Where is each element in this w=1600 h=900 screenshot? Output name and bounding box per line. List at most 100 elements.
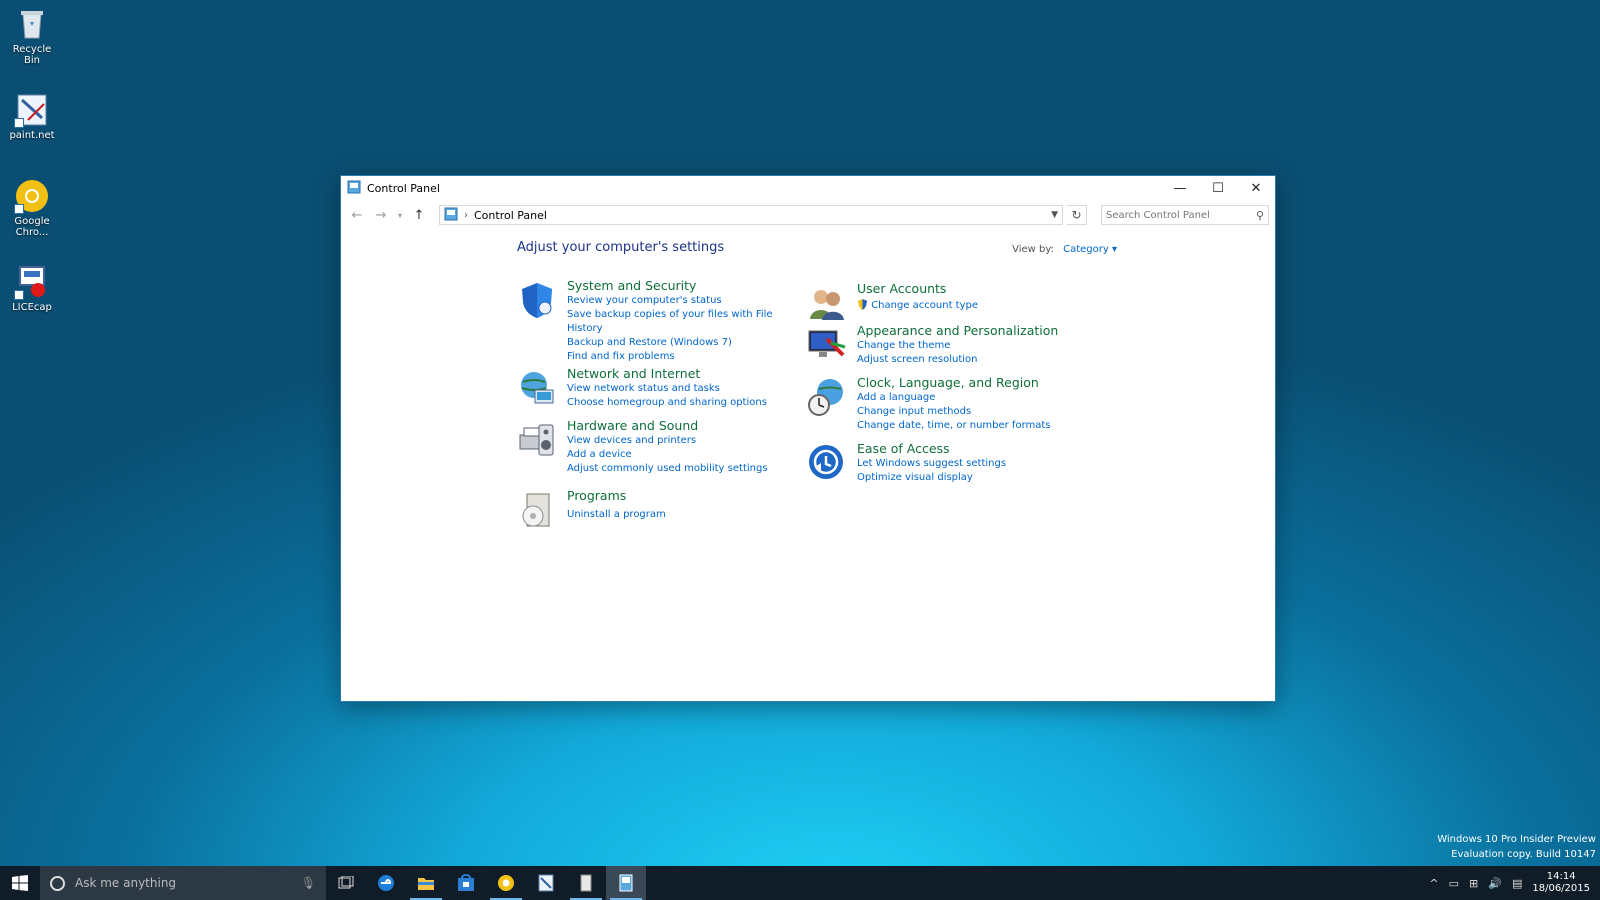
category-link[interactable]: Adjust commonly used mobility settings (567, 462, 807, 476)
start-button[interactable] (0, 866, 40, 900)
category-link[interactable]: Save backup copies of your files with Fi… (567, 308, 807, 336)
view-by-dropdown[interactable]: Category ▾ (1063, 244, 1117, 255)
category-programs: Programs Uninstall a program (517, 488, 807, 528)
ease-of-access-icon[interactable] (807, 443, 847, 483)
users-icon[interactable] (807, 283, 847, 323)
licecap-icon[interactable] (566, 866, 606, 900)
category-link[interactable]: Adjust screen resolution (857, 353, 1097, 367)
category-title[interactable]: Clock, Language, and Region (857, 375, 1097, 391)
store-icon[interactable] (446, 866, 486, 900)
category-ease-of-access: Ease of Access Let Windows suggest setti… (807, 441, 1097, 485)
search-input[interactable] (1106, 209, 1256, 221)
view-by: View by: Category ▾ (1012, 244, 1117, 255)
paintnet-icon[interactable] (526, 866, 566, 900)
cortana-circle-icon (50, 875, 65, 891)
clock-date: 18/06/2015 (1532, 883, 1590, 894)
back-arrow-icon[interactable]: ← (347, 205, 367, 225)
refresh-icon[interactable]: ↻ (1067, 205, 1087, 225)
category-link[interactable]: Change date, time, or number formats (857, 419, 1097, 433)
breadcrumb-control-panel[interactable]: Control Panel (474, 209, 547, 222)
system-tray: ^ ▭ ⊞ 🔊 ▤ 14:14 18/06/2015 (1429, 871, 1600, 895)
chevron-up-icon[interactable]: ^ (1429, 877, 1438, 890)
volume-icon[interactable]: 🔊 (1488, 877, 1502, 890)
address-dropdown-chevron-icon[interactable]: ▼ (1051, 210, 1058, 220)
desktop-icon-chrome[interactable]: Google Chro... (4, 178, 60, 238)
edge-icon[interactable] (366, 866, 406, 900)
category-title[interactable]: Programs (567, 488, 807, 504)
cortana-search-box[interactable]: Ask me anything 🎙 (40, 866, 326, 900)
file-explorer-icon[interactable] (406, 866, 446, 900)
recycle-bin-icon (14, 6, 50, 42)
desktop-icon-licecap[interactable]: LICEcap (4, 264, 60, 313)
category-link[interactable]: Change the theme (857, 339, 1097, 353)
category-link[interactable]: View devices and printers (567, 434, 807, 448)
control-panel-icon (444, 207, 458, 224)
desktop-icon-label: Google Chro... (14, 216, 50, 238)
category-link[interactable]: Change input methods (857, 405, 1097, 419)
chrome-icon[interactable] (486, 866, 526, 900)
desktop-icon-recycle-bin[interactable]: Recycle Bin (4, 6, 60, 66)
category-link[interactable]: View network status and tasks (567, 382, 807, 396)
category-link[interactable]: Let Windows suggest settings (857, 457, 1097, 471)
category-link[interactable]: Choose homegroup and sharing options (567, 396, 807, 410)
category-link[interactable]: Optimize visual display (857, 471, 1097, 485)
breadcrumb-separator-icon[interactable]: › (464, 210, 468, 221)
category-link[interactable]: Uninstall a program (567, 508, 807, 522)
chrome-icon (14, 178, 50, 214)
forward-arrow-icon[interactable]: → (371, 205, 391, 225)
control-panel-icon[interactable] (606, 866, 646, 900)
microphone-icon[interactable]: 🎙 (301, 876, 316, 890)
wifi-icon[interactable]: ⊞ (1469, 877, 1478, 890)
category-link[interactable]: Add a language (857, 391, 1097, 405)
action-center-icon[interactable]: ▤ (1512, 877, 1522, 890)
category-user-accounts: User Accounts Change account type (807, 281, 1097, 320)
programs-disc-icon[interactable] (517, 490, 557, 530)
clock-globe-icon[interactable] (807, 377, 847, 417)
search-box[interactable]: ⚲ (1101, 205, 1269, 225)
paintnet-icon (14, 92, 50, 128)
category-clock-language-and-region: Clock, Language, and Region Add a langua… (807, 375, 1097, 433)
categories-right-column: User Accounts Change account type Appear… (807, 278, 1097, 493)
category-link-text[interactable]: Change account type (871, 300, 978, 311)
category-title[interactable]: Network and Internet (567, 366, 807, 382)
clock[interactable]: 14:14 18/06/2015 (1532, 871, 1590, 895)
shortcut-arrow-icon (14, 290, 24, 300)
search-icon[interactable]: ⚲ (1256, 209, 1264, 222)
monitor-palette-icon[interactable] (807, 325, 847, 365)
minimize-button[interactable]: — (1161, 176, 1199, 200)
licecap-icon (14, 264, 50, 300)
shortcut-arrow-icon (14, 118, 24, 128)
watermark-line2: Evaluation copy. Build 10147 (1451, 849, 1596, 860)
desktop-icon-label: paint.net (9, 130, 55, 141)
desktop-icon-label: LICEcap (12, 302, 52, 313)
maximize-button[interactable]: ☐ (1199, 176, 1237, 200)
category-link[interactable]: Review your computer's status (567, 294, 807, 308)
task-view-icon[interactable] (326, 866, 366, 900)
network-icon[interactable]: ▭ (1449, 877, 1459, 890)
category-title[interactable]: Ease of Access (857, 441, 1097, 457)
category-title[interactable]: Hardware and Sound (567, 418, 807, 434)
category-link[interactable]: Find and fix problems (567, 350, 807, 364)
category-title[interactable]: System and Security (567, 278, 807, 294)
title-bar[interactable]: Control Panel — ☐ ✕ (341, 176, 1275, 200)
category-link[interactable]: Add a device (567, 448, 807, 462)
category-link[interactable]: Change account type (857, 299, 1097, 313)
printer-speaker-icon[interactable] (517, 420, 557, 460)
cortana-search-text[interactable]: Ask me anything (75, 876, 176, 890)
address-bar[interactable]: › Control Panel ▼ (439, 205, 1063, 225)
recent-locations-chevron-icon[interactable]: ▾ (395, 205, 405, 225)
control-panel-icon (347, 180, 361, 197)
windows-watermark: Windows 10 Pro Insider Preview Evaluatio… (1437, 832, 1596, 862)
category-title[interactable]: Appearance and Personalization (857, 323, 1097, 339)
category-network-and-internet: Network and Internet View network status… (517, 366, 807, 410)
desktop-icon-paintnet[interactable]: paint.net (4, 92, 60, 141)
shield-icon[interactable] (517, 280, 557, 320)
category-link[interactable]: Backup and Restore (Windows 7) (567, 336, 807, 350)
view-by-value[interactable]: Category (1063, 244, 1109, 255)
close-button[interactable]: ✕ (1237, 176, 1275, 200)
network-globe-icon[interactable] (517, 368, 557, 408)
uac-shield-icon (857, 299, 868, 311)
up-arrow-icon[interactable]: ↑ (409, 205, 429, 225)
category-title[interactable]: User Accounts (857, 281, 1097, 297)
clock-time: 14:14 (1546, 871, 1576, 882)
